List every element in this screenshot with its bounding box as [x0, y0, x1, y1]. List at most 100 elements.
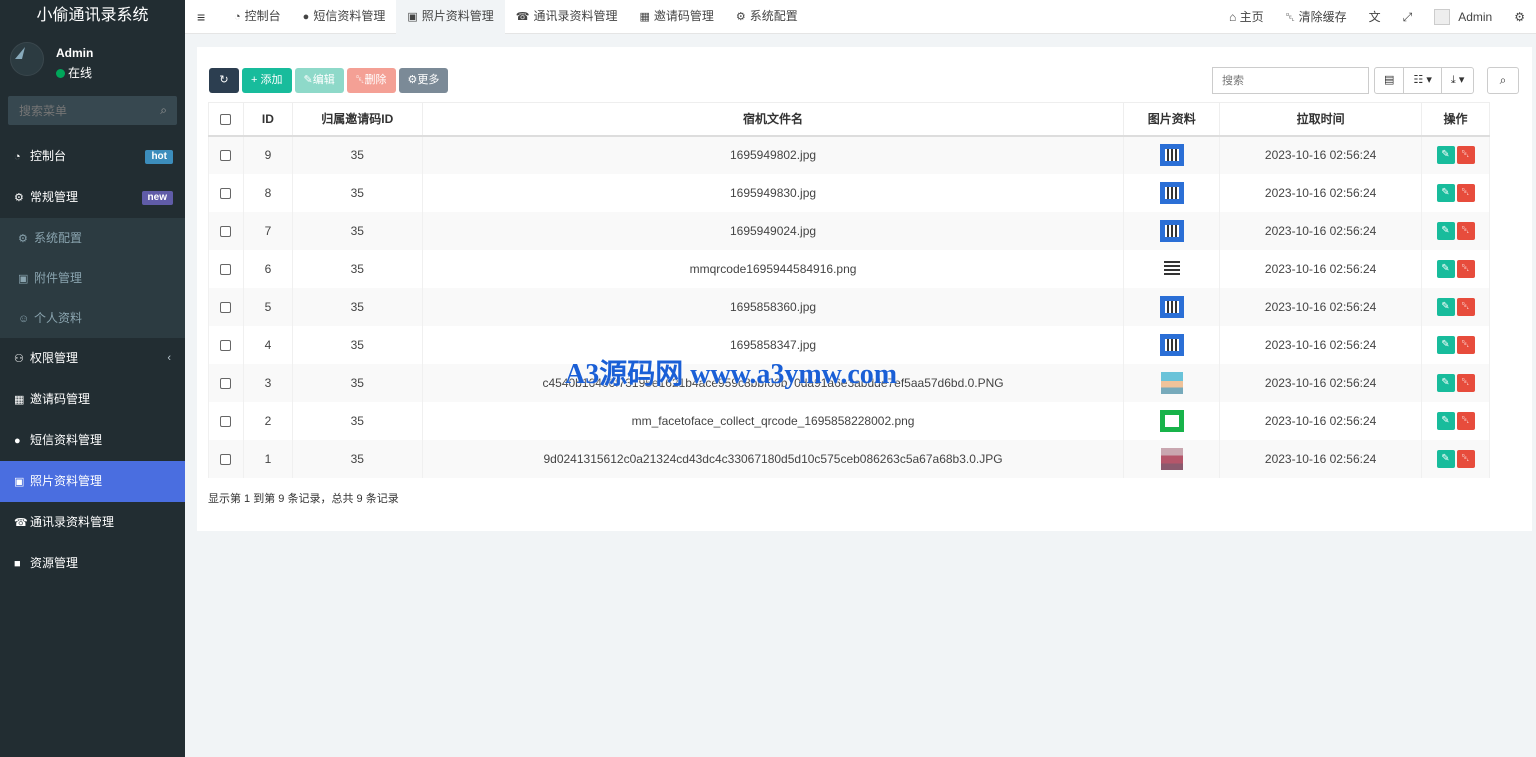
tab-dashboard[interactable]: ◔ 控制台: [223, 0, 292, 34]
search-icon[interactable]: ⌕: [160, 103, 167, 118]
tab-sms[interactable]: ● 短信资料管理: [292, 0, 397, 34]
row-edit-button[interactable]: ✎: [1436, 373, 1455, 392]
columns-button[interactable]: ☷ ▾: [1404, 68, 1442, 93]
menu-search-input[interactable]: [8, 96, 148, 125]
app-logo[interactable]: 小偷通讯录系统: [0, 0, 185, 34]
sidebar-item-general[interactable]: ⚙ 常规管理 new: [0, 177, 185, 218]
row-checkbox[interactable]: [220, 187, 232, 199]
select-cell: [208, 439, 244, 478]
sidebar-item-dashboard[interactable]: ◔ 控制台 hot: [0, 136, 185, 177]
table-row[interactable]: 6 35 mmqrcode1695944584916.png 2023-10-16 0…: [208, 249, 1490, 288]
tab-contacts[interactable]: ☎ 通讯录资料管理: [505, 0, 629, 34]
row-edit-button[interactable]: ✎: [1436, 297, 1455, 316]
toggle-view-button[interactable]: ▤: [1375, 68, 1405, 93]
image-thumbnail[interactable]: [1159, 181, 1184, 204]
table-row[interactable]: 8 35 1695949830.jpg 2023-10-16 02:56:24 ✎ ␡: [208, 173, 1490, 212]
column-header[interactable]: 宿机文件名: [421, 102, 1125, 137]
row-edit-button[interactable]: ✎: [1436, 221, 1455, 240]
home-link[interactable]: ⌂ 主页: [1218, 1, 1275, 33]
row-checkbox[interactable]: [220, 415, 232, 427]
settings-icon[interactable]: ⚙: [1503, 1, 1536, 33]
trash-icon: ␡: [1285, 10, 1296, 24]
row-checkbox[interactable]: [220, 377, 232, 389]
sidebar-item-invite[interactable]: ▦ 邀请码管理: [0, 379, 185, 420]
sidebar-item-photos[interactable]: ▣ 照片资料管理: [0, 461, 185, 502]
sidebar-item-config[interactable]: ⚙ 系统配置: [0, 218, 185, 258]
tab-config[interactable]: ⚙ 系统配置: [725, 0, 809, 34]
table-row[interactable]: 7 35 1695949024.jpg 2023-10-16 02:56:24 ✎ ␡: [208, 211, 1490, 250]
refresh-button[interactable]: ↻: [209, 68, 239, 93]
row-delete-button[interactable]: ␡: [1456, 297, 1475, 316]
row-delete-button[interactable]: ␡: [1456, 146, 1475, 164]
export-button[interactable]: ⤓ ▾: [1442, 68, 1473, 93]
tab-label: 控制台: [244, 9, 281, 23]
fullscreen-icon[interactable]: ⤢: [1392, 1, 1424, 33]
row-checkbox[interactable]: [220, 150, 232, 162]
table-header-row: ID 归属邀请码ID 宿机文件名 图片资料 拉取时间 操作: [208, 102, 1490, 137]
table-row[interactable]: 5 35 1695858360.jpg 2023-10-16 02:56:24 ✎ ␡: [208, 287, 1490, 326]
row-delete-button[interactable]: ␡: [1456, 221, 1475, 240]
row-delete-button[interactable]: ␡: [1456, 335, 1475, 354]
tab-invite[interactable]: ▦ 邀请码管理: [628, 0, 724, 34]
image-thumbnail[interactable]: [1160, 447, 1183, 470]
qrcode-icon: ▦: [639, 11, 650, 23]
tab-photos[interactable]: ▣ 照片资料管理: [396, 0, 505, 34]
image-thumbnail[interactable]: [1159, 409, 1184, 432]
row-checkbox[interactable]: [220, 263, 232, 275]
clear-cache-label: 清除缓存: [1298, 10, 1347, 24]
image-thumbnail[interactable]: [1159, 333, 1184, 356]
admin-menu[interactable]: Admin: [1423, 1, 1503, 33]
row-checkbox[interactable]: [220, 301, 232, 313]
row-edit-button[interactable]: ✎: [1436, 183, 1455, 202]
row-edit-button[interactable]: ✎: [1436, 449, 1455, 468]
caret-down-icon: ▾: [1426, 74, 1432, 86]
image-thumbnail[interactable]: [1159, 144, 1184, 166]
column-header[interactable]: 归属邀请码ID: [291, 102, 423, 137]
image-thumbnail[interactable]: [1163, 260, 1180, 277]
edit-button[interactable]: ✎编辑: [294, 68, 344, 93]
select-all-checkbox[interactable]: [220, 114, 232, 126]
row-edit-button[interactable]: ✎: [1436, 259, 1455, 278]
online-dot-icon: [56, 69, 65, 78]
image-thumbnail[interactable]: [1159, 219, 1184, 242]
table-row[interactable]: 1 35 9d0241315612c0a21324cd43dc4c33067180d…: [208, 439, 1490, 478]
table-search-input[interactable]: [1212, 67, 1369, 94]
id-cell: 9: [242, 135, 293, 174]
search-button[interactable]: ⌕: [1487, 67, 1519, 94]
row-delete-button[interactable]: ␡: [1456, 259, 1475, 278]
user-panel: Admin 在线: [0, 34, 185, 92]
row-delete-button[interactable]: ␡: [1456, 449, 1475, 468]
clear-cache-link[interactable]: ␡ 清除缓存: [1275, 1, 1358, 33]
row-checkbox[interactable]: [220, 225, 232, 237]
sidebar-item-attachment[interactable]: ▣ 附件管理: [0, 258, 185, 298]
row-delete-button[interactable]: ␡: [1456, 373, 1475, 392]
sidebar-item-auth[interactable]: ⚇ 权限管理 ‹: [0, 338, 185, 379]
add-label: 添加: [260, 74, 283, 86]
image-thumbnail[interactable]: [1159, 295, 1184, 318]
image-cell: [1123, 135, 1221, 174]
row-delete-button[interactable]: ␡: [1456, 183, 1475, 202]
table-row[interactable]: 9 35 1695949802.jpg 2023-10-16 02:56:24 ✎ ␡: [208, 135, 1490, 174]
sidebar-item-resources[interactable]: ■ 资源管理: [0, 543, 185, 584]
menu-toggle-icon[interactable]: ≡: [197, 9, 205, 25]
row-delete-button[interactable]: ␡: [1456, 411, 1475, 430]
table-row[interactable]: 2 35 mm_facetoface_collect_qrcode_16958582…: [208, 401, 1490, 440]
more-button[interactable]: ⚙更多: [398, 68, 449, 93]
sidebar-menu: ◔ 控制台 hot ⚙ 常规管理 new ⚙ 系统配置 ▣ 附件管理 ☺ 个人资料 ⚇ 权限管理…: [0, 136, 185, 584]
sidebar-item-contacts[interactable]: ☎ 通讯录资料管理: [0, 502, 185, 543]
sidebar-item-profile[interactable]: ☺ 个人资料: [0, 298, 185, 338]
add-button[interactable]: + 添加: [242, 68, 292, 93]
column-header[interactable]: 拉取时间: [1219, 102, 1423, 137]
row-edit-button[interactable]: ✎: [1436, 411, 1455, 430]
column-header[interactable]: ID: [242, 102, 293, 137]
row-edit-button[interactable]: ✎: [1436, 146, 1455, 164]
row-checkbox[interactable]: [220, 339, 232, 351]
language-icon[interactable]: 文: [1358, 1, 1392, 33]
sidebar-item-sms[interactable]: ● 短信资料管理: [0, 420, 185, 461]
row-edit-button[interactable]: ✎: [1436, 335, 1455, 354]
delete-button[interactable]: ␡删除: [346, 68, 396, 93]
id-cell: 4: [242, 325, 293, 364]
invite-code-cell: 35: [291, 135, 423, 174]
row-checkbox[interactable]: [220, 453, 232, 465]
image-thumbnail[interactable]: [1160, 371, 1183, 394]
